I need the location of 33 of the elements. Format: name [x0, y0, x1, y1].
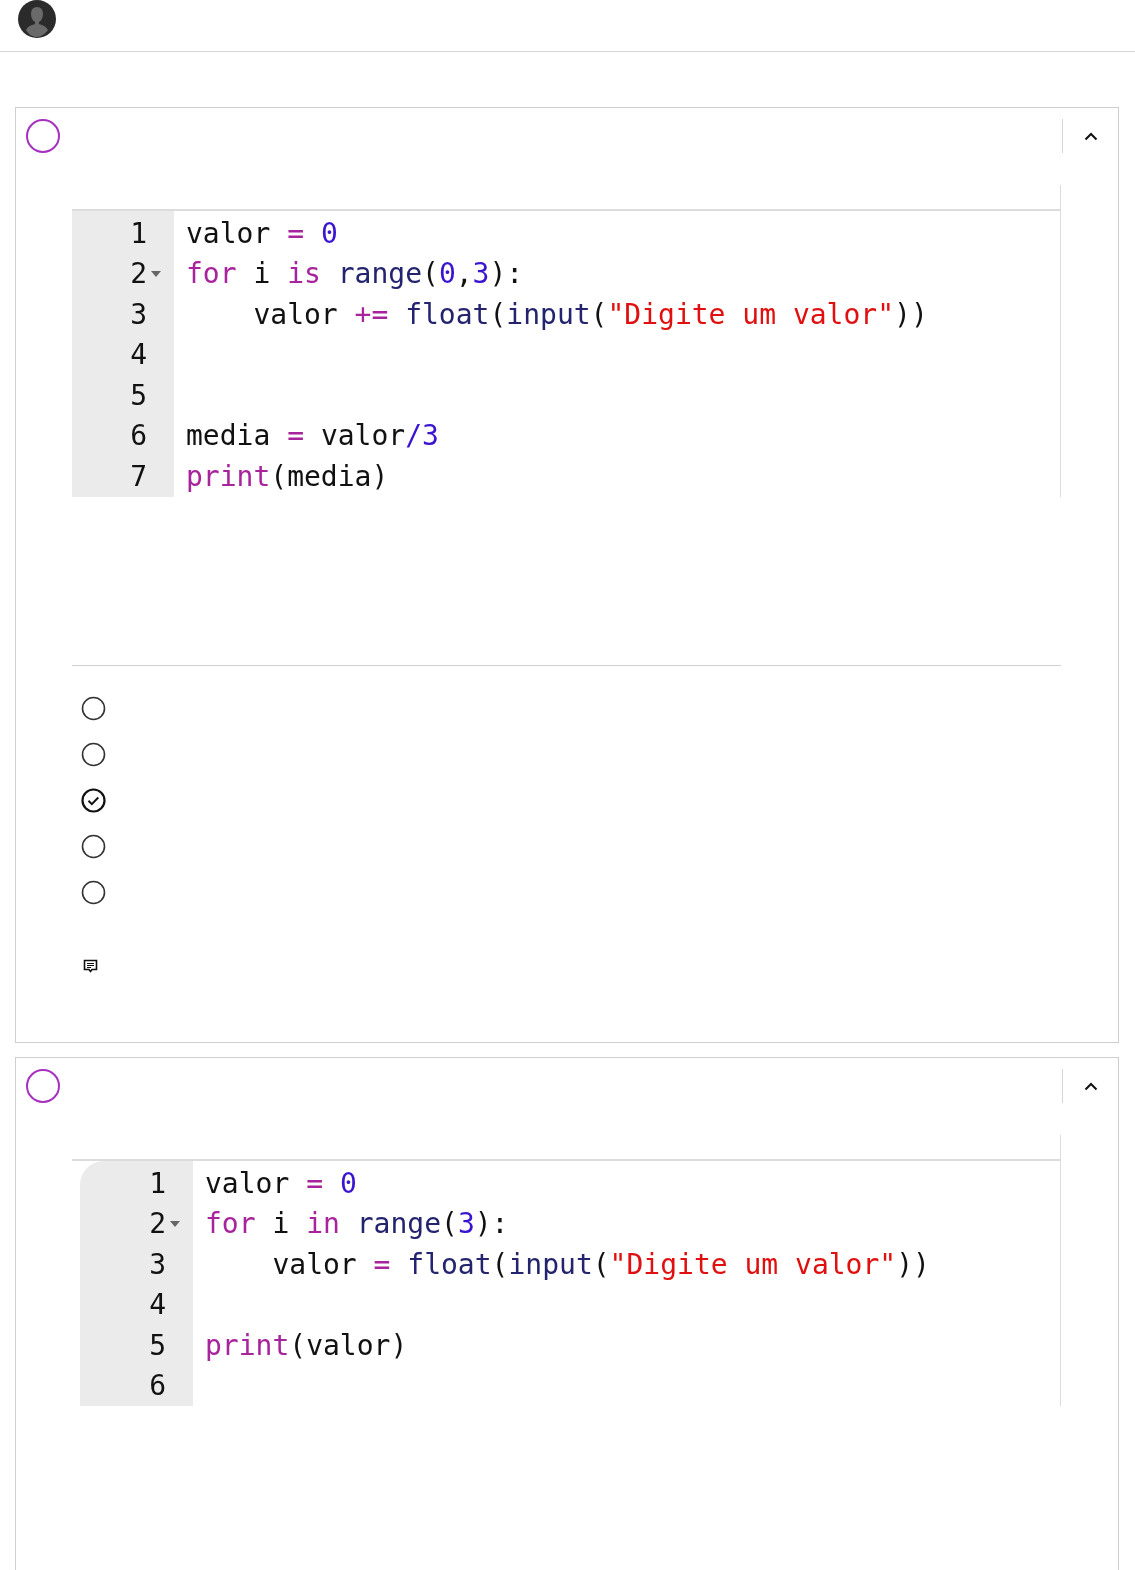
code-line: valor += float(input("Digite um valor")) [252, 297, 928, 331]
user-avatar-icon[interactable] [18, 0, 56, 38]
line-number: 7 [130, 459, 147, 493]
line-number: 3 [130, 297, 147, 331]
code-line: valor = 0 [186, 216, 338, 250]
code-line: for i in range(3): [205, 1207, 509, 1241]
code-line: media = valor/3 [186, 419, 439, 453]
code-line: valor = float(input("Digite um valor")) [271, 1247, 930, 1281]
radio-button[interactable] [81, 833, 106, 859]
code-line: print(media) [186, 459, 389, 493]
radio-button[interactable] [81, 695, 106, 721]
line-number: 4 [149, 1288, 166, 1322]
radio-button[interactable] [81, 879, 106, 905]
line-number: 5 [130, 378, 147, 412]
line-number: 1 [149, 1166, 166, 1200]
line-number: 6 [130, 419, 147, 453]
fold-arrow-icon[interactable] [169, 1219, 181, 1228]
code-line: print(valor) [205, 1328, 408, 1362]
line-number: 2 [149, 1207, 166, 1241]
chevron-icon [1083, 131, 1098, 141]
comment-icon[interactable] [83, 958, 98, 974]
line-number: 5 [149, 1328, 166, 1362]
code-line: for i is range(0,3): [186, 257, 524, 291]
line-number: 4 [130, 338, 147, 372]
line-number: 1 [130, 216, 147, 250]
line-number: 2 [130, 257, 147, 291]
code-line: valor = 0 [205, 1166, 357, 1200]
radio-button[interactable] [81, 741, 106, 767]
line-number: 6 [149, 1369, 166, 1403]
chevron-icon [1083, 1081, 1098, 1091]
checked-radio-button[interactable] [81, 787, 106, 813]
fold-arrow-icon[interactable] [150, 269, 162, 278]
line-number: 3 [149, 1247, 166, 1281]
